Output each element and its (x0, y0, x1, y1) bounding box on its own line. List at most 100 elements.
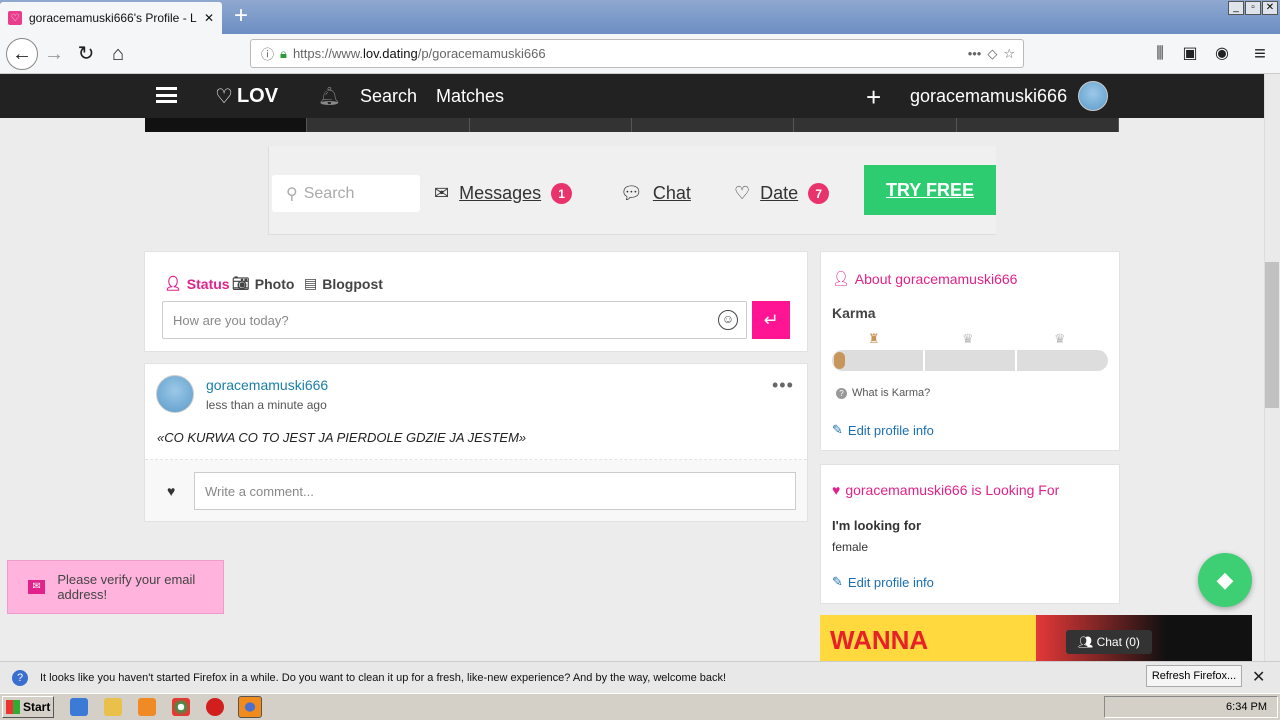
back-button[interactable]: ← (6, 38, 38, 70)
post-divider (145, 459, 807, 460)
heart-icon: ♡ (734, 183, 751, 203)
ad-banner[interactable]: WANNA (820, 615, 1252, 661)
post-author-avatar[interactable] (156, 375, 194, 413)
minimize-button[interactable]: _ (1228, 1, 1244, 15)
header-avatar[interactable] (1078, 81, 1108, 111)
chat-widget[interactable]: 👥︎ Chat (0) (1066, 630, 1152, 654)
profile-tabstrip (145, 118, 1119, 132)
system-tray: 6:34 PM (1104, 696, 1278, 718)
maximize-button[interactable]: ▫ (1245, 1, 1261, 15)
tab-blogpost[interactable]: ▤ Blogpost (304, 275, 383, 292)
forward-button[interactable]: → (40, 40, 68, 68)
firefox-taskbar-icon[interactable] (238, 696, 262, 718)
chat-bubble-icon: 💬︎ (620, 183, 643, 203)
verify-email-toast[interactable]: ✉ Please verify your email address! (7, 560, 224, 614)
library-icon[interactable]: ⫼ (1146, 40, 1174, 68)
new-tab-button[interactable]: + (228, 4, 254, 30)
karma-level-1-icon: ♜ (868, 331, 880, 346)
hamburger-menu-icon[interactable] (156, 87, 177, 103)
refresh-firefox-button[interactable]: Refresh Firefox... (1146, 665, 1242, 687)
what-is-karma-link[interactable]: ? What is Karma? (836, 387, 930, 399)
post-author-link[interactable]: goracemamuski666 (206, 377, 328, 393)
windows-taskbar (0, 693, 1280, 720)
sidebar-icon[interactable]: ▣ (1176, 40, 1204, 68)
messages-badge: 1 (551, 183, 573, 204)
camera-icon: 📷︎ (232, 275, 250, 291)
url-bar[interactable]: ⓘ 🔒︎ https://www.lov.dating/p/goracemamu… (250, 39, 1024, 68)
messages-link[interactable]: ✉ Messages 1 (434, 183, 573, 204)
browser-tab[interactable]: ♡ goracemamuski666's Profile - Lov ✕ (0, 2, 222, 34)
tab-title: goracemamuski666's Profile - Lov (29, 11, 197, 25)
tab-photo[interactable]: 📷︎ Photo (232, 275, 294, 292)
account-icon[interactable]: ◉ (1208, 40, 1236, 68)
search-icon: ⚲ (286, 185, 298, 203)
subnav-search-input[interactable]: ⚲ Search (272, 175, 420, 212)
close-notification-icon[interactable]: ✕ (1252, 667, 1265, 687)
try-free-button[interactable]: TRY FREE (864, 165, 996, 215)
lov-favicon-icon: ♡ (8, 11, 22, 25)
status-input[interactable]: How are you today? (162, 301, 747, 339)
date-badge: 7 (808, 183, 830, 204)
envelope-icon: ✉ (28, 580, 46, 594)
explorer-folder-icon[interactable] (104, 698, 122, 716)
about-title: 👤︎ About goracemamuski666 (832, 270, 1018, 287)
looking-for-label: I'm looking for (832, 518, 922, 533)
chat-link[interactable]: 💬︎ Chat (620, 183, 691, 204)
looking-for-value: female (832, 540, 869, 554)
notifications-bell-icon[interactable]: 🔔︎ (318, 86, 341, 107)
close-window-button[interactable]: ✕ (1262, 1, 1278, 15)
url-text[interactable]: https://www.lov.dating/p/goracemamuski66… (293, 46, 962, 61)
pencil-icon: ✎ (832, 422, 843, 437)
question-icon: ? (836, 387, 847, 399)
comment-input[interactable]: Write a comment... (194, 472, 796, 510)
users-icon: 👥︎ (1078, 635, 1097, 649)
karma-level-2-crown-icon: ♛ (962, 331, 974, 346)
edit-profile-link-2[interactable]: ✎ Edit profile info (832, 574, 934, 590)
nav-matches-link[interactable]: Matches (436, 86, 504, 107)
page-actions-icon[interactable]: ••• (968, 46, 982, 61)
post-timestamp: less than a minute ago (206, 398, 327, 412)
clock: 6:34 PM (1226, 701, 1267, 713)
heart-logo-icon: ♡ (215, 86, 233, 108)
post-text: «CO KURWA CO TO JEST JA PIERDOLE GDZIE J… (157, 430, 527, 445)
info-icon[interactable]: ⓘ (261, 44, 274, 63)
edit-profile-link[interactable]: ✎ Edit profile info (832, 422, 934, 438)
karma-progress-fill (834, 352, 845, 369)
start-button[interactable]: Start (2, 696, 54, 718)
lock-icon: 🔒︎ (280, 45, 287, 61)
ie-icon[interactable] (70, 698, 88, 716)
premium-diamond-button[interactable]: ◆ (1198, 553, 1252, 607)
opera-icon[interactable] (206, 698, 224, 716)
help-icon: ? (12, 669, 28, 686)
tab-status[interactable]: 👤︎ Status (164, 275, 230, 292)
karma-level-3-crown-icon: ♛ (1054, 331, 1066, 346)
post-status-button[interactable]: ↵ (752, 301, 790, 339)
post-options-icon[interactable]: ••• (772, 375, 794, 396)
person-icon: 👤︎ (164, 275, 182, 291)
like-heart-icon[interactable]: ♥ (167, 483, 175, 499)
home-button[interactable]: ⌂ (104, 40, 132, 68)
pocket-icon[interactable]: ◇ (987, 46, 997, 62)
envelope-icon: ✉ (434, 183, 450, 203)
looking-for-title: ♥ goracemamuski666 is Looking For (832, 482, 1060, 498)
nav-search-link[interactable]: Search (360, 86, 417, 107)
chrome-icon[interactable] (172, 698, 190, 716)
bookmark-star-icon[interactable]: ☆ (1003, 46, 1015, 62)
emoji-icon[interactable]: ☺ (718, 310, 738, 330)
add-icon[interactable]: + (866, 82, 881, 113)
document-icon: ▤ (304, 275, 318, 291)
pencil-icon: ✎ (832, 574, 843, 589)
karma-label: Karma (832, 305, 876, 321)
menu-icon[interactable]: ≡ (1246, 40, 1274, 68)
header-username[interactable]: goracemamuski666 (910, 86, 1067, 107)
notification-text: It looks like you haven't started Firefo… (40, 671, 727, 684)
reload-button[interactable]: ↻ (72, 40, 100, 68)
heart-icon: ♥ (832, 482, 841, 498)
scrollbar-thumb[interactable] (1265, 262, 1279, 408)
date-link[interactable]: ♡ Date 7 (734, 183, 830, 204)
tab-close-icon[interactable]: ✕ (204, 11, 214, 25)
windows-logo-icon (6, 700, 20, 714)
lov-logo[interactable]: ♡ LOV (215, 84, 278, 109)
media-player-icon[interactable] (138, 698, 156, 716)
firefox-notification-bar: ? It looks like you haven't started Firef… (0, 661, 1280, 693)
